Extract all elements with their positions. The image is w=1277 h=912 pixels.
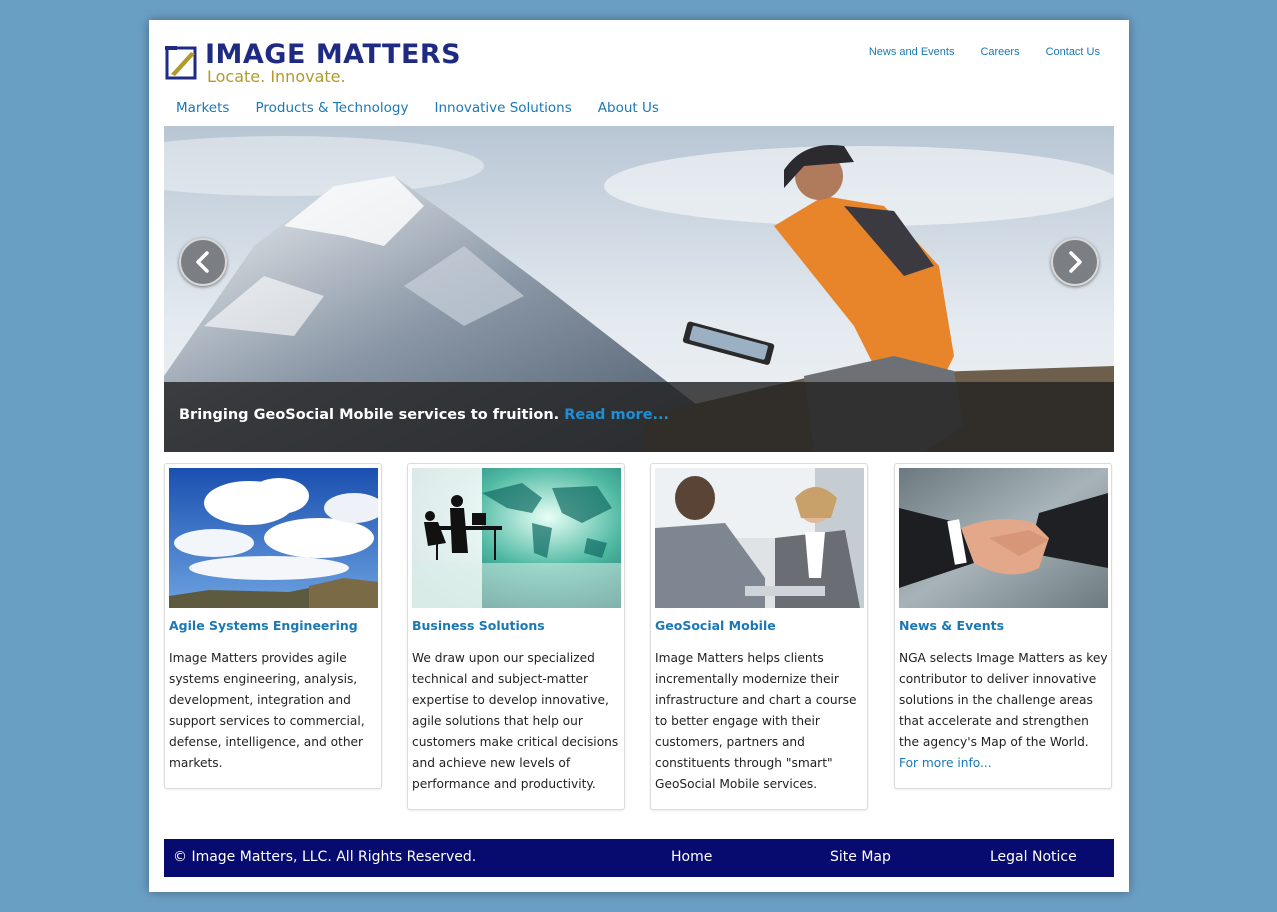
logo-title: IMAGE MATTERS bbox=[205, 39, 462, 70]
footer-link-site-map[interactable]: Site Map bbox=[830, 849, 891, 865]
card-title[interactable]: Agile Systems Engineering bbox=[169, 618, 358, 633]
handshake-photo bbox=[899, 468, 1108, 608]
chevron-left-icon bbox=[196, 251, 209, 273]
card-body: Image Matters helps clients incrementall… bbox=[655, 651, 857, 791]
card-image-world-map[interactable] bbox=[412, 468, 621, 608]
nav-item-products-technology[interactable]: Products & Technology bbox=[255, 100, 408, 116]
card-agile-systems: Agile Systems Engineering Image Matters … bbox=[164, 463, 382, 789]
footer-link-home[interactable]: Home bbox=[671, 849, 712, 865]
util-link-careers[interactable]: Careers bbox=[980, 46, 1019, 58]
hero-caption: Bringing GeoSocial Mobile services to fr… bbox=[179, 407, 669, 423]
card-news-events: News & Events NGA selects Image Matters … bbox=[894, 463, 1112, 789]
page-container: IMAGE MATTERS Locate. Innovate. News and… bbox=[149, 20, 1129, 892]
hero-caption-bar: Bringing GeoSocial Mobile services to fr… bbox=[164, 382, 1114, 452]
card-body: NGA selects Image Matters as key contrib… bbox=[899, 648, 1109, 774]
sky-clouds-photo bbox=[169, 468, 378, 608]
card-image-handshake[interactable] bbox=[899, 468, 1108, 608]
footer-copyright: © Image Matters, LLC. All Rights Reserve… bbox=[173, 849, 477, 865]
hero-read-more-link[interactable]: Read more... bbox=[564, 407, 669, 423]
logo-mark-icon bbox=[165, 46, 197, 80]
card-body-text: NGA selects Image Matters as key contrib… bbox=[899, 651, 1108, 749]
util-link-contact-us[interactable]: Contact Us bbox=[1046, 46, 1100, 58]
hero-slider: Bringing GeoSocial Mobile services to fr… bbox=[164, 126, 1114, 452]
card-more-info-link[interactable]: For more info... bbox=[899, 756, 992, 770]
footer-link-legal-notice[interactable]: Legal Notice bbox=[990, 849, 1077, 865]
card-title[interactable]: Business Solutions bbox=[412, 618, 545, 633]
card-image-meeting[interactable] bbox=[655, 468, 864, 608]
card-body: Image Matters provides agile systems eng… bbox=[169, 651, 365, 770]
card-title[interactable]: News & Events bbox=[899, 618, 1004, 633]
chevron-right-icon bbox=[1069, 251, 1082, 273]
business-meeting-photo bbox=[655, 468, 864, 608]
nav-item-markets[interactable]: Markets bbox=[176, 100, 229, 116]
card-title[interactable]: GeoSocial Mobile bbox=[655, 618, 776, 633]
world-map-silhouette-photo bbox=[412, 468, 621, 608]
card-business-solutions: Business Solutions We draw upon our spec… bbox=[407, 463, 625, 810]
nav-item-about-us[interactable]: About Us bbox=[598, 100, 659, 116]
site-logo[interactable]: IMAGE MATTERS Locate. Innovate. bbox=[165, 39, 515, 87]
site-footer: © Image Matters, LLC. All Rights Reserve… bbox=[164, 839, 1114, 877]
card-image-sky[interactable] bbox=[169, 468, 378, 608]
nav-item-innovative-solutions[interactable]: Innovative Solutions bbox=[434, 100, 571, 116]
main-nav: Markets Products & Technology Innovative… bbox=[176, 100, 659, 116]
slider-next-button[interactable] bbox=[1051, 238, 1099, 286]
card-body: We draw upon our specialized technical a… bbox=[412, 651, 619, 791]
slider-prev-button[interactable] bbox=[179, 238, 227, 286]
utility-nav: News and Events Careers Contact Us bbox=[869, 46, 1100, 58]
util-link-news-events[interactable]: News and Events bbox=[869, 46, 955, 58]
hero-caption-text: Bringing GeoSocial Mobile services to fr… bbox=[179, 407, 560, 423]
card-geosocial-mobile: GeoSocial Mobile Image Matters helps cli… bbox=[650, 463, 868, 810]
logo-tagline: Locate. Innovate. bbox=[207, 67, 346, 86]
